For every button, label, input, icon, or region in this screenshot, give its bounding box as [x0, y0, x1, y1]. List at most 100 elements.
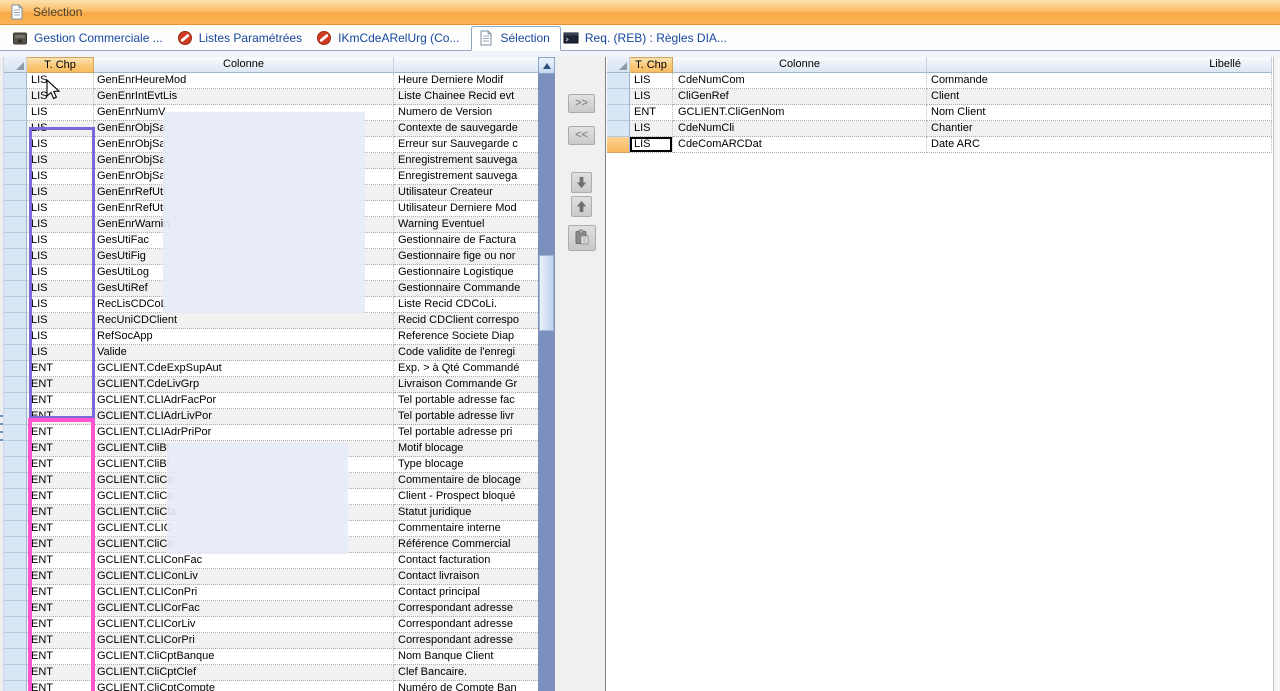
column-cell[interactable]: GCLIENT.CdeExpSupAut [94, 361, 394, 377]
column-cell[interactable]: GenEnrObjSa [94, 169, 394, 185]
row-selector[interactable] [607, 89, 630, 105]
label-cell[interactable]: Tel portable adresse livr [394, 409, 538, 425]
type-cell[interactable]: ENT [27, 633, 94, 649]
label-cell[interactable]: Enregistrement sauvega [394, 153, 538, 169]
row-selector[interactable] [4, 649, 27, 665]
label-cell[interactable]: Gestionnaire de Factura [394, 233, 538, 249]
type-cell[interactable]: ENT [630, 105, 673, 121]
table-row[interactable]: ENT GCLIENT.CLICorPri Correspondant adre… [4, 633, 538, 649]
table-row[interactable]: LIS GenEnrRefUti Utilisateur Createur [4, 185, 538, 201]
label-cell[interactable]: Commentaire interne [394, 521, 538, 537]
type-cell[interactable]: ENT [27, 393, 94, 409]
type-cell[interactable]: LIS [630, 121, 673, 137]
type-cell[interactable]: ENT [27, 377, 94, 393]
row-selector[interactable] [4, 617, 27, 633]
column-cell[interactable]: GCLIENT.CLIC [94, 521, 394, 537]
label-cell[interactable]: Code validite de l'enregi [394, 345, 538, 361]
label-cell[interactable]: Contact livraison [394, 569, 538, 585]
label-cell[interactable]: Contact facturation [394, 553, 538, 569]
label-cell[interactable]: Statut juridique [394, 505, 538, 521]
column-cell[interactable]: GCLIENT.CLICorLiv [94, 617, 394, 633]
column-cell[interactable]: GenEnrObjSa [94, 137, 394, 153]
type-cell[interactable]: LIS [27, 137, 94, 153]
type-cell[interactable]: LIS [27, 121, 94, 137]
row-selector[interactable] [4, 233, 27, 249]
label-cell[interactable]: Tel portable adresse fac [394, 393, 538, 409]
type-cell[interactable]: ENT [27, 617, 94, 633]
column-cell[interactable]: GesUtiFac [94, 233, 394, 249]
type-cell[interactable]: LIS [630, 137, 673, 153]
label-cell[interactable]: Correspondant adresse [394, 601, 538, 617]
row-selector[interactable] [607, 137, 630, 153]
label-cell[interactable]: Contact principal [394, 585, 538, 601]
type-cell[interactable]: LIS [27, 105, 94, 121]
row-selector[interactable] [4, 217, 27, 233]
column-cell[interactable]: RefSocApp [94, 329, 394, 345]
table-row[interactable]: ENT GCLIENT.CLIC Commentaire interne [4, 521, 538, 537]
label-cell[interactable]: Référence Commercial [394, 537, 538, 553]
label-cell[interactable]: Motif blocage [394, 441, 538, 457]
table-row[interactable]: LIS GesUtiFig Gestionnaire fige ou nor [4, 249, 538, 265]
vertical-scrollbar[interactable] [538, 57, 555, 691]
type-cell[interactable]: LIS [27, 345, 94, 361]
table-row[interactable]: LIS RecLisCDCoL Liste Recid CDCoLi. [4, 297, 538, 313]
type-cell[interactable]: ENT [27, 505, 94, 521]
column-header-libelle[interactable] [394, 57, 538, 73]
column-cell[interactable]: GenEnrObjSa [94, 153, 394, 169]
table-row[interactable]: ENT GCLIENT.CliCptClef Clef Bancaire. [4, 665, 538, 681]
row-selector[interactable] [4, 553, 27, 569]
column-cell[interactable]: RecUniCDClient [94, 313, 394, 329]
column-header-colonne[interactable]: Colonne [673, 57, 927, 73]
table-row[interactable]: ENT GCLIENT.CLIConLiv Contact livraison [4, 569, 538, 585]
table-row[interactable]: LIS GesUtiRef Gestionnaire Commande [4, 281, 538, 297]
table-row[interactable]: LIS CdeComARCDat Date ARC [607, 137, 1272, 153]
row-selector[interactable] [4, 393, 27, 409]
column-cell[interactable]: GCLIENT.CliCo [94, 489, 394, 505]
table-row[interactable]: LIS GenEnrNumV Numero de Version [4, 105, 538, 121]
column-cell[interactable]: GenEnrNumV [94, 105, 394, 121]
table-row[interactable]: ENT GCLIENT.CliCo Client - Prospect bloq… [4, 489, 538, 505]
column-cell[interactable]: GCLIENT.CliBl [94, 457, 394, 473]
row-selector[interactable] [4, 89, 27, 105]
type-cell[interactable]: LIS [27, 313, 94, 329]
column-cell[interactable]: GCLIENT.CliCptBanque [94, 649, 394, 665]
row-selector[interactable] [4, 361, 27, 377]
row-selector[interactable] [4, 169, 27, 185]
type-cell[interactable]: LIS [27, 169, 94, 185]
table-row[interactable]: ENT GCLIENT.CliBl Type blocage [4, 457, 538, 473]
label-cell[interactable]: Chantier [927, 121, 1272, 137]
column-header-tchp[interactable]: T. Chp [630, 57, 673, 73]
type-cell[interactable]: LIS [630, 73, 673, 89]
table-row[interactable]: LIS CdeNumCom Commande [607, 73, 1272, 89]
label-cell[interactable]: Type blocage [394, 457, 538, 473]
label-cell[interactable]: Correspondant adresse [394, 617, 538, 633]
label-cell[interactable]: Commentaire de blocage [394, 473, 538, 489]
row-selector[interactable] [4, 313, 27, 329]
column-cell[interactable]: GesUtiRef [94, 281, 394, 297]
table-row[interactable]: ENT GCLIENT.CLIConPri Contact principal [4, 585, 538, 601]
table-row[interactable]: LIS RefSocApp Reference Societe Diap [4, 329, 538, 345]
table-row[interactable]: LIS GenEnrIntEvtLis Liste Chainee Recid … [4, 89, 538, 105]
row-selector[interactable] [4, 121, 27, 137]
row-selector[interactable] [4, 105, 27, 121]
column-cell[interactable]: GCLIENT.CLIAdrLivPor [94, 409, 394, 425]
column-cell[interactable]: GCLIENT.CLIAdrPriPor [94, 425, 394, 441]
type-cell[interactable]: LIS [27, 297, 94, 313]
table-row[interactable]: LIS GesUtiFac Gestionnaire de Factura [4, 233, 538, 249]
table-row[interactable]: ENT GCLIENT.CLIAdrFacPor Tel portable ad… [4, 393, 538, 409]
type-cell[interactable]: LIS [27, 217, 94, 233]
row-selector[interactable] [607, 105, 630, 121]
tab-gestion-commerciale[interactable]: Gestion Commerciale ... [10, 26, 175, 50]
type-cell[interactable]: LIS [27, 249, 94, 265]
type-cell[interactable]: ENT [27, 553, 94, 569]
label-cell[interactable]: Utilisateur Derniere Mod [394, 201, 538, 217]
row-selector[interactable] [4, 665, 27, 681]
label-cell[interactable]: Reference Societe Diap [394, 329, 538, 345]
table-row[interactable]: LIS GenEnrHeureMod Heure Derniere Modif [4, 73, 538, 89]
label-cell[interactable]: Erreur sur Sauvegarde c [394, 137, 538, 153]
type-cell[interactable]: LIS [27, 233, 94, 249]
column-cell[interactable]: GenEnrWarnin [94, 217, 394, 233]
row-selector[interactable] [4, 681, 27, 691]
label-cell[interactable]: Date ARC [927, 137, 1272, 153]
label-cell[interactable]: Utilisateur Createur [394, 185, 538, 201]
